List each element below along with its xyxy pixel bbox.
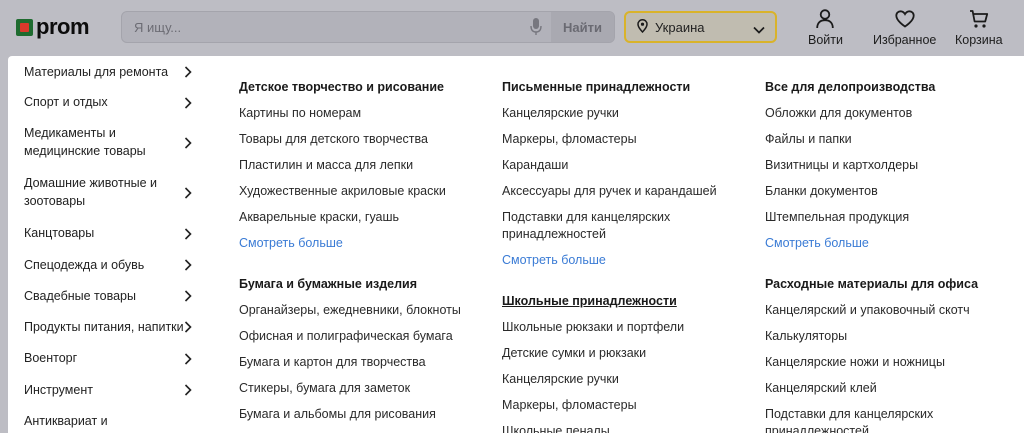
- sidebar-item[interactable]: Материалы для ремонта: [24, 63, 204, 81]
- sidebar-item[interactable]: Свадебные товары: [24, 287, 204, 305]
- subcategory-link[interactable]: Карандаши: [502, 157, 568, 174]
- group-title[interactable]: Расходные материалы для офиса: [765, 277, 978, 291]
- sidebar-item[interactable]: Спецодежда и обувь: [24, 256, 204, 274]
- subcategory-link[interactable]: Школьные рюкзаки и портфели: [502, 319, 684, 336]
- logo-mark-icon: [16, 18, 33, 36]
- group-title[interactable]: Все для делопроизводства: [765, 80, 935, 94]
- search-input[interactable]: [134, 12, 524, 42]
- chevron-right-icon: [184, 320, 192, 333]
- chevron-right-icon: [184, 96, 192, 109]
- search-button[interactable]: Найти: [551, 12, 614, 42]
- sidebar-item[interactable]: Канцтовары: [24, 224, 204, 242]
- subcategory-link[interactable]: Картины по номерам: [239, 105, 361, 122]
- chevron-right-icon: [184, 186, 192, 199]
- subcategory-link[interactable]: Обложки для документов: [765, 105, 912, 122]
- group-title[interactable]: Детское творчество и рисование: [239, 80, 444, 94]
- sidebar-item[interactable]: Антиквариат и: [24, 412, 204, 430]
- subcategory-link[interactable]: Товары для детского творчества: [239, 131, 428, 148]
- cart-label: Корзина: [955, 33, 1003, 47]
- subcategory-link[interactable]: Канцелярские ножи и ножницы: [765, 354, 945, 371]
- group-title[interactable]: Бумага и бумажные изделия: [239, 277, 417, 291]
- logo[interactable]: prom: [16, 14, 90, 40]
- region-label: Украина: [655, 19, 705, 35]
- subcategory-link[interactable]: Аксессуары для ручек и карандашей: [502, 183, 717, 200]
- chevron-right-icon: [184, 258, 192, 271]
- sidebar-item[interactable]: Инструмент: [24, 381, 204, 399]
- see-more-link[interactable]: Смотреть больше: [765, 236, 869, 250]
- subcategory-link[interactable]: Пластилин и масса для лепки: [239, 157, 413, 174]
- user-icon: [816, 8, 835, 30]
- subcategory-link[interactable]: Бумага и картон для творчества: [239, 354, 426, 371]
- chevron-right-icon: [184, 383, 192, 396]
- see-more-link[interactable]: Смотреть больше: [502, 253, 606, 267]
- subcategory-link[interactable]: Стикеры, бумага для заметок: [239, 380, 410, 397]
- chevron-right-icon: [184, 227, 192, 240]
- subcategory-link[interactable]: Акварельные краски, гуашь: [239, 209, 399, 226]
- sidebar-item[interactable]: Спорт и отдых: [24, 93, 204, 111]
- chevron-right-icon: [184, 65, 192, 78]
- login-button[interactable]: Войти: [808, 8, 843, 50]
- sidebar-item[interactable]: Медикаменты и медицинские товары: [24, 124, 204, 160]
- subcategory-link[interactable]: Художественные акриловые краски: [239, 183, 446, 200]
- subcategory-link[interactable]: Штемпельная продукция: [765, 209, 909, 226]
- subcategory-link[interactable]: Органайзеры, ежедневники, блокноты: [239, 302, 461, 319]
- subcategory-link[interactable]: Бланки документов: [765, 183, 878, 200]
- sidebar-item[interactable]: Продукты питания, напитки: [24, 318, 204, 336]
- subcategory-link[interactable]: Подставки для канцелярских принадлежносте…: [765, 406, 933, 433]
- subcategory-link[interactable]: Канцелярский клей: [765, 380, 877, 397]
- subcategory-link[interactable]: Маркеры, фломастеры: [502, 397, 637, 414]
- cart-button[interactable]: Корзина: [955, 8, 1003, 50]
- favorites-button[interactable]: Избранное: [873, 8, 936, 50]
- header: prom Найти Украина Войти Избранное Корзи…: [0, 0, 1024, 56]
- subcategory-link[interactable]: Калькуляторы: [765, 328, 847, 345]
- sidebar-item[interactable]: Военторг: [24, 349, 204, 367]
- subcategory-link[interactable]: Детские сумки и рюкзаки: [502, 345, 646, 362]
- sidebar-item[interactable]: Домашние животные и зоотовары: [24, 174, 204, 210]
- subcategory-link[interactable]: Канцелярский и упаковочный скотч: [765, 302, 970, 319]
- chevron-right-icon: [184, 136, 192, 149]
- subcategory-link[interactable]: Маркеры, фломастеры: [502, 131, 637, 148]
- subcategory-link[interactable]: Подставки для канцелярских принадлежносте…: [502, 209, 670, 243]
- subcategory-link[interactable]: Канцелярские ручки: [502, 371, 619, 388]
- chevron-right-icon: [184, 289, 192, 302]
- subcategory-link[interactable]: Школьные пеналы: [502, 423, 610, 433]
- subcategory-link[interactable]: Офисная и полиграфическая бумага: [239, 328, 453, 345]
- subcategory-link[interactable]: Визитницы и картхолдеры: [765, 157, 918, 174]
- subcategory-link[interactable]: Бумага и альбомы для рисования: [239, 406, 436, 423]
- group-title[interactable]: Письменные принадлежности: [502, 80, 690, 94]
- chevron-down-icon: [753, 22, 765, 37]
- subcategory-link[interactable]: Файлы и папки: [765, 131, 852, 148]
- subcategory-link[interactable]: Канцелярские ручки: [502, 105, 619, 122]
- favorites-label: Избранное: [873, 33, 937, 47]
- category-menu: Материалы для ремонта Спорт и отдых Меди…: [8, 56, 1024, 433]
- location-pin-icon: [637, 18, 648, 36]
- see-more-link[interactable]: Смотреть больше: [239, 236, 343, 250]
- region-select[interactable]: Украина: [624, 11, 777, 43]
- chevron-right-icon: [184, 352, 192, 365]
- login-label: Войти: [808, 33, 843, 47]
- heart-icon: [895, 8, 915, 30]
- microphone-icon[interactable]: [530, 18, 542, 41]
- logo-text: prom: [36, 14, 90, 39]
- group-title[interactable]: Школьные принадлежности: [502, 294, 677, 308]
- cart-icon: [969, 8, 989, 30]
